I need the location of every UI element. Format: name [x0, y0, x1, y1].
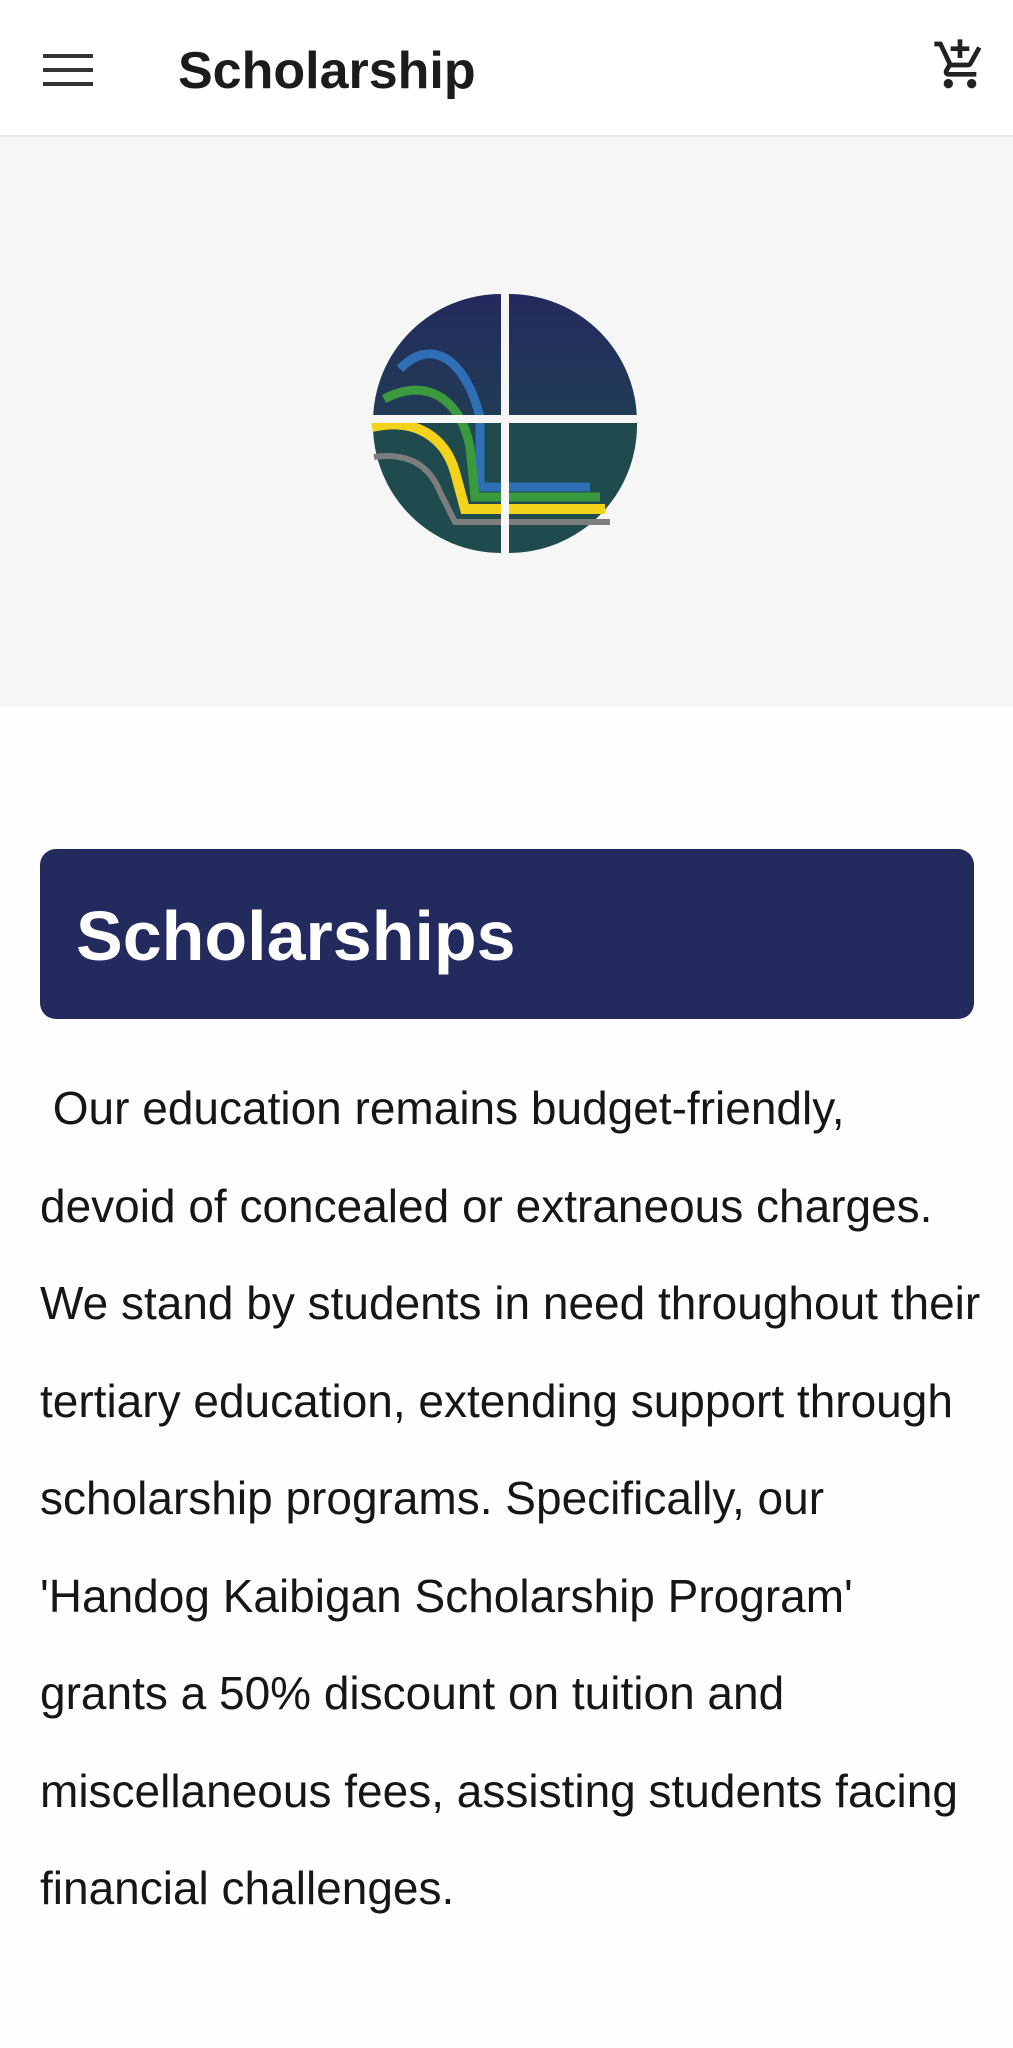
scholarships-header: Scholarships [40, 849, 974, 1019]
menu-button[interactable] [22, 24, 114, 116]
page-title: Scholarship [178, 42, 476, 100]
hero-banner [0, 137, 1013, 707]
section-title: Scholarships [76, 897, 516, 975]
scholarship-description: Our education remains budget-friendly, d… [40, 1082, 993, 1914]
add-shopping-cart-icon [934, 39, 982, 89]
institution-logo [370, 287, 650, 567]
menu-icon [43, 54, 93, 86]
cart-button[interactable] [919, 24, 1001, 106]
app-bar: Scholarship [0, 0, 1013, 137]
